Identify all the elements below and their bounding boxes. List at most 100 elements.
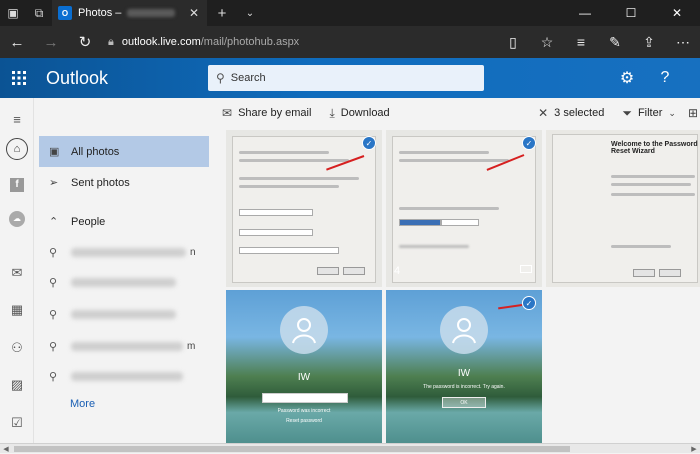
close-window-icon[interactable]: ✕ (654, 0, 700, 26)
browser-title-bar: ▣ ⧉ O Photos – ✕ + ⌄ — ☐ ✕ (0, 0, 700, 26)
view-toggle-button[interactable]: ⊞ (688, 106, 698, 120)
close-icon: ✕ (538, 106, 549, 120)
mail-icon: ✉ (222, 106, 233, 120)
browser-toolbar-right: ▯ ☆ ≡ ✎ ⇪ ⋯ (496, 26, 700, 58)
person-icon: ⚲ (49, 340, 58, 353)
tasks-icon[interactable]: ☑ (0, 408, 34, 438)
home-rail-button[interactable]: ⌂ (0, 134, 34, 164)
more-people-link[interactable]: More (70, 398, 95, 410)
folder-all-photos-label: All photos (71, 145, 120, 158)
photo-tile[interactable]: IW Password was incorrect Reset password (226, 290, 382, 443)
person-item[interactable]: ⚲ n (39, 237, 209, 267)
search-input[interactable]: ⚲ Search (208, 65, 484, 91)
back-icon[interactable]: ← (0, 26, 34, 58)
browser-tab-photos[interactable]: O Photos – ✕ (52, 0, 207, 26)
person-icon: ⚲ (49, 276, 58, 289)
help-icon[interactable]: ? (648, 61, 682, 95)
send-icon: ➢ (49, 177, 59, 189)
refresh-icon[interactable]: ↻ (68, 26, 102, 58)
person-icon: ⚲ (49, 246, 58, 259)
user-avatar-icon (280, 306, 328, 354)
tab-title: Photos – (78, 7, 122, 19)
mail-attachment-icon (520, 265, 532, 273)
folder-all-photos[interactable]: ▣ All photos (39, 136, 209, 167)
url-text: outlook.live.com/mail/photohub.aspx (122, 36, 299, 48)
person-name-tail: n (190, 246, 196, 258)
download-button[interactable]: ⤓ Download (329, 106, 389, 121)
welcome-title: Welcome to the Password Reset Wizard (611, 141, 698, 155)
app-launcher-icon[interactable] (0, 58, 38, 98)
command-bar-right: ✕ 3 selected ⏷ Filter ⌄ ⊞ (530, 106, 700, 121)
person-name-redacted (71, 277, 176, 287)
share-by-email-button[interactable]: ✉ Share by email (222, 106, 311, 120)
lock-screen-message: Password was incorrect (277, 408, 331, 414)
people-section-label: People (71, 215, 106, 228)
person-item[interactable]: ⚲ (39, 361, 209, 391)
facebook-icon[interactable]: f (0, 170, 34, 200)
selected-check-icon[interactable]: ✓ (522, 296, 536, 310)
person-icon: ⚲ (49, 370, 58, 383)
calendar-icon[interactable]: ▦ (0, 295, 34, 325)
hub-icon[interactable]: ≡ (564, 26, 598, 58)
header-actions: ⚙ ? (610, 61, 682, 95)
selected-count: 3 selected (554, 107, 605, 119)
person-item[interactable]: ⚲ (39, 267, 209, 297)
outlook-header: Outlook ⚲ Search ⚙ ? (0, 58, 700, 98)
photo-tile[interactable]: ✓ 4 (386, 130, 542, 287)
mail-icon[interactable]: ✉ (0, 258, 34, 288)
filter-button[interactable]: ⏷ Filter ⌄ (622, 106, 676, 121)
chevron-down-icon: ⌄ (668, 107, 676, 118)
photo-dialog-screenshot: Welcome to the Password Reset Wizard (552, 134, 698, 283)
command-bar: ✉ Share by email ⤓ Download ✕ 3 selected… (214, 98, 700, 128)
photo-tile[interactable]: IW The password is incorrect. Try again.… (386, 290, 542, 443)
photo-count-badge: 4 (394, 265, 401, 277)
hamburger-menu-icon[interactable]: ≡ (0, 104, 34, 134)
person-item[interactable]: ⚲ m (39, 331, 209, 361)
url-host: outlook.live.com (121, 36, 201, 48)
selected-check-icon[interactable]: ✓ (522, 136, 536, 150)
url-field[interactable]: 🔒︎ outlook.live.com/mail/photohub.aspx (108, 36, 468, 49)
home-icon: ⌂ (6, 138, 28, 160)
photos-icon[interactable]: ▨ (0, 370, 34, 400)
folder-sent-photos-label: Sent photos (71, 176, 130, 189)
ok-button[interactable]: OK (442, 397, 486, 408)
tab-preview-icon[interactable]: ⧉ (26, 0, 52, 26)
photo-tile[interactable]: ✓ (226, 130, 382, 287)
close-tab-icon[interactable]: ✕ (189, 6, 199, 20)
folder-sent-photos[interactable]: ➢ Sent photos (39, 167, 209, 198)
horizontal-scrollbar[interactable]: ◀ ▶ (0, 443, 700, 453)
settings-gear-icon[interactable]: ⚙ (610, 61, 644, 95)
person-name-redacted (71, 309, 176, 319)
tab-list-chevron-icon[interactable]: ⌄ (237, 0, 263, 26)
maximize-icon[interactable]: ☐ (608, 0, 654, 26)
new-tab-icon[interactable]: + (207, 0, 237, 26)
url-path: /mail/photohub.aspx (200, 36, 300, 48)
reset-password-link: Reset password (286, 418, 322, 424)
onedrive-icon[interactable]: ☁ (0, 204, 34, 234)
tab-actions-icon[interactable]: ▣ (0, 0, 26, 26)
selected-check-icon[interactable]: ✓ (362, 136, 376, 150)
grid-view-icon: ⊞ (687, 106, 698, 120)
tab-title-redacted (127, 9, 176, 17)
people-icon[interactable]: ⚇ (0, 333, 34, 363)
web-note-icon[interactable]: ✎ (598, 26, 632, 58)
person-icon: ⚲ (49, 308, 58, 321)
minimize-icon[interactable]: — (562, 0, 608, 26)
reading-view-icon[interactable]: ▯ (496, 26, 530, 58)
outlook-brand[interactable]: Outlook (46, 68, 196, 89)
photo-tile[interactable]: Welcome to the Password Reset Wizard (546, 130, 700, 287)
lock-screen-username: IW (457, 368, 471, 379)
more-options-icon[interactable]: ⋯ (666, 26, 700, 58)
password-field[interactable] (262, 393, 348, 403)
people-section-toggle[interactable]: ⌃ People (39, 206, 209, 237)
person-item[interactable]: ⚲ (39, 299, 209, 329)
scroll-thumb[interactable] (14, 446, 570, 452)
clear-selection-button[interactable]: ✕ 3 selected (538, 106, 604, 120)
photo-album-icon: ▣ (49, 146, 60, 158)
share-icon[interactable]: ⇪ (632, 26, 666, 58)
download-icon: ⤓ (329, 105, 335, 120)
lock-icon: 🔒︎ (108, 35, 114, 48)
forward-icon[interactable]: → (34, 26, 68, 58)
download-label: Download (340, 107, 390, 119)
favorite-star-icon[interactable]: ☆ (530, 26, 564, 58)
